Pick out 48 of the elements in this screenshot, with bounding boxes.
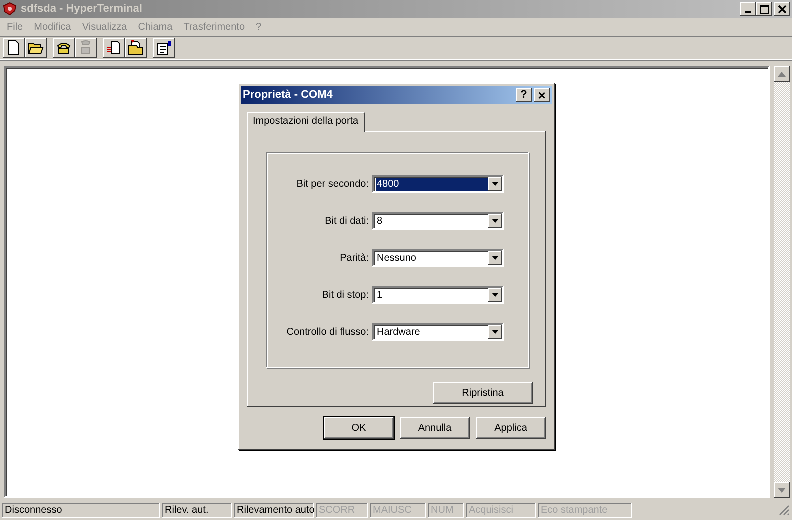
toolbar-button[interactable] xyxy=(125,38,147,58)
maximize-button[interactable] xyxy=(756,2,772,16)
dropdown-field[interactable]: Hardware xyxy=(372,323,504,341)
dialog-button[interactable]: Applica xyxy=(476,417,546,439)
tab[interactable]: Impostazioni della porta xyxy=(247,112,365,132)
toolbar-button[interactable] xyxy=(53,38,75,58)
help-button[interactable]: ? xyxy=(516,88,532,102)
minimize-button[interactable] xyxy=(740,2,756,16)
window-title: sdfsda - HyperTerminal xyxy=(21,3,144,15)
document-icon xyxy=(6,40,22,56)
document-icon xyxy=(106,40,122,56)
scroll-up-button[interactable] xyxy=(774,66,790,82)
dropdown-field[interactable]: 1 xyxy=(372,286,504,304)
close-button[interactable] xyxy=(774,2,790,16)
dropdown-arrow-icon xyxy=(492,256,498,260)
dropdown-arrow-icon xyxy=(492,182,498,186)
properties-icon xyxy=(156,40,172,56)
scroll-down-button[interactable] xyxy=(774,482,790,498)
down-arrow-icon xyxy=(778,488,786,492)
dialog-button[interactable]: OK xyxy=(324,417,394,439)
toolbar-button[interactable] xyxy=(153,38,175,58)
field-label: Bit per secondo: xyxy=(296,178,369,190)
resize-grip-icon xyxy=(778,504,790,516)
dropdown-field[interactable]: 4800 xyxy=(372,175,504,193)
folder-icon xyxy=(128,40,144,56)
toolbar-button[interactable] xyxy=(103,38,125,58)
restore-button[interactable]: Ripristina xyxy=(433,382,533,404)
maximize-icon xyxy=(760,4,768,14)
field-label: Bit di stop: xyxy=(322,290,369,300)
scrollbar[interactable] xyxy=(774,66,790,498)
up-arrow-icon xyxy=(778,72,786,76)
status-panel: Rilev. aut. xyxy=(162,502,232,518)
close-icon xyxy=(778,4,786,14)
dropdown-field[interactable]: 8 xyxy=(372,212,504,230)
dropdown-arrow-icon xyxy=(492,293,498,297)
toolbar-button[interactable] xyxy=(25,38,47,58)
toolbar-button[interactable] xyxy=(3,38,25,58)
dialog-title: Proprietà - COM4 xyxy=(243,89,334,101)
dialog-button[interactable]: Annulla xyxy=(400,417,470,439)
dropdown-field[interactable]: Nessuno xyxy=(372,249,504,267)
status-panel: Rilevamento auto xyxy=(234,502,314,518)
status-panel: Disconnesso xyxy=(2,502,160,518)
close-button[interactable]: × xyxy=(534,88,550,102)
field-label: Bit di dati: xyxy=(325,216,369,226)
field-label: Parità: xyxy=(340,252,369,264)
dropdown-arrow-icon xyxy=(492,219,498,223)
field-label: Controllo di flusso: xyxy=(286,326,369,338)
dropdown-arrow-icon xyxy=(492,330,498,334)
